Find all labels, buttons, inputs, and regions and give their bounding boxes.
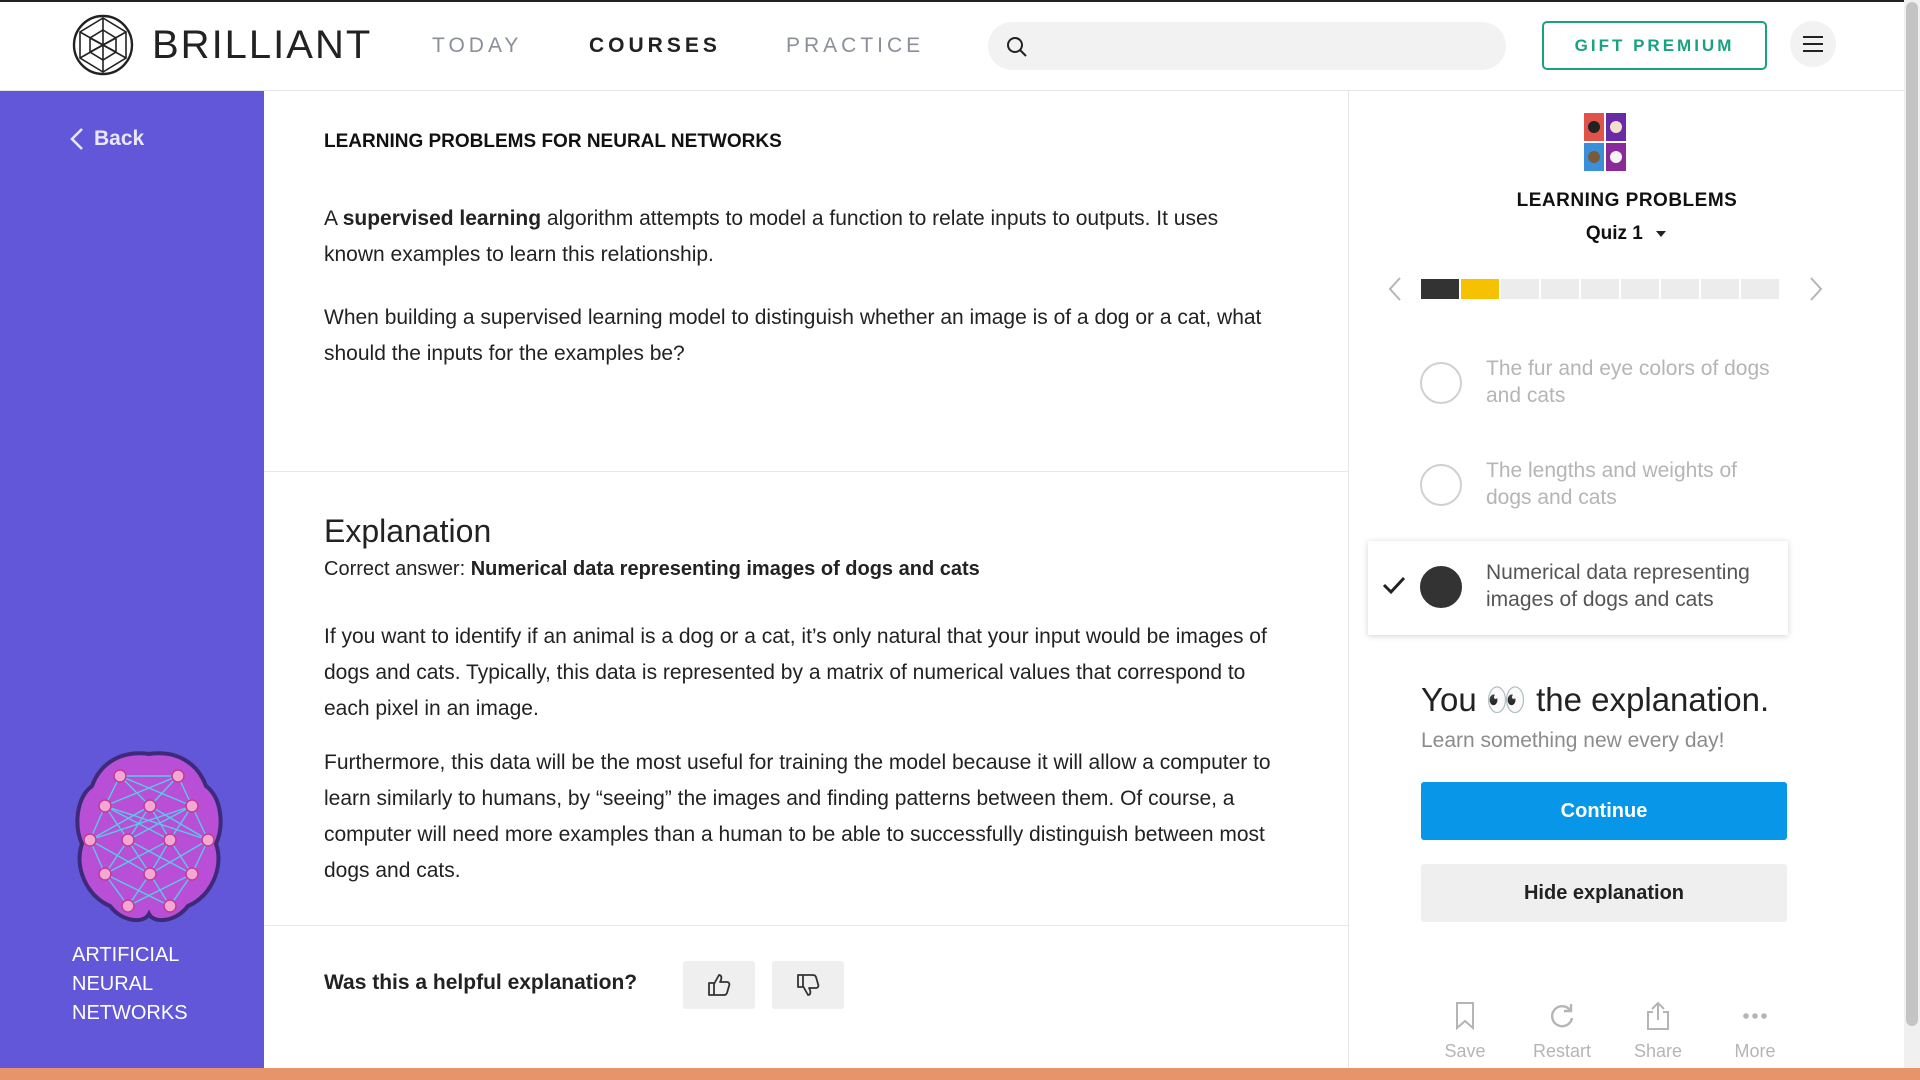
radio-button-selected[interactable]: [1420, 566, 1462, 608]
answer-option-label: The lengths and weights of dogs and cats: [1486, 459, 1737, 509]
quiz-progress-bar: [1421, 279, 1781, 299]
search-icon: [1007, 37, 1027, 57]
question-text: When building a supervised learning mode…: [324, 306, 1262, 365]
bookmark-icon: [1456, 1002, 1474, 1031]
answer-option-label: Numerical data representing images of do…: [1486, 561, 1750, 611]
you-text-pre: You: [1421, 681, 1486, 718]
lesson-content: LEARNING PROBLEMS FOR NEURAL NETWORKS A …: [264, 91, 1348, 1068]
progress-segment[interactable]: [1461, 279, 1499, 299]
correct-answer-prefix: Correct answer:: [324, 558, 471, 580]
progress-segment[interactable]: [1701, 279, 1739, 299]
share-action[interactable]: Share: [1618, 1001, 1698, 1062]
save-action[interactable]: Save: [1425, 1001, 1505, 1062]
gift-premium-button[interactable]: GIFT PREMIUM: [1542, 21, 1767, 70]
answer-option-3[interactable]: Numerical data representing images of do…: [1368, 541, 1788, 635]
you-saw-explanation-title: You 👀 the explanation.: [1421, 681, 1769, 720]
hamburger-icon: [1803, 36, 1823, 52]
next-chevron-icon[interactable]: [1808, 276, 1824, 302]
explanation-title: Explanation: [324, 513, 492, 549]
correct-answer-line: Correct answer: Numerical data represent…: [324, 558, 980, 581]
answer-option-1[interactable]: The fur and eye colors of dogs and cats: [1368, 337, 1902, 431]
prev-chevron-icon[interactable]: [1387, 276, 1403, 302]
progress-segment[interactable]: [1661, 279, 1699, 299]
quiz-thumbnail-icon: [1584, 113, 1626, 171]
more-action[interactable]: More: [1715, 1001, 1795, 1062]
nav-courses[interactable]: COURSES: [589, 34, 721, 58]
divider: [264, 471, 1348, 472]
top-rule: [0, 0, 1920, 2]
continue-button[interactable]: Continue: [1421, 782, 1787, 840]
menu-button[interactable]: [1790, 21, 1836, 67]
thumbs-down-button[interactable]: [772, 961, 844, 1009]
top-header: BRILLIANT TODAY COURSES PRACTICE GIFT PR…: [0, 0, 1904, 91]
more-dots-icon: [1743, 1013, 1767, 1019]
quiz-panel: LEARNING PROBLEMS Quiz 1 The fur and eye…: [1348, 91, 1904, 1068]
intro-bold-term: supervised learning: [342, 207, 542, 230]
chevron-left-icon: [70, 128, 83, 150]
search-input[interactable]: [988, 22, 1506, 70]
hide-explanation-button[interactable]: Hide explanation: [1421, 864, 1787, 922]
radio-button[interactable]: [1420, 362, 1462, 404]
eyes-icon: 👀: [1485, 681, 1527, 718]
quiz-label: Quiz 1: [1585, 223, 1643, 244]
section-title: LEARNING PROBLEMS FOR NEURAL NETWORKS: [324, 131, 782, 152]
radio-button[interactable]: [1420, 464, 1462, 506]
intro-text-pre: A: [324, 207, 343, 230]
share-label: Share: [1633, 1041, 1683, 1061]
restart-icon: [1551, 1004, 1574, 1028]
progress-segment[interactable]: [1421, 279, 1459, 299]
back-button[interactable]: Back: [70, 127, 144, 151]
progress-segment[interactable]: [1541, 279, 1579, 299]
progress-segment[interactable]: [1741, 279, 1779, 299]
course-sidebar: Back ARTIFICIAL NEURAL NETWORKS: [0, 91, 264, 1068]
nav-practice[interactable]: PRACTICE: [786, 34, 924, 58]
back-label: Back: [94, 127, 145, 150]
neural-brain-icon: [75, 751, 223, 923]
course-name[interactable]: ARTIFICIAL NEURAL NETWORKS: [72, 941, 222, 1028]
quiz-selector[interactable]: Quiz 1: [1349, 223, 1905, 245]
thumbs-down-icon: [797, 974, 820, 996]
scrollbar-thumb[interactable]: [1906, 2, 1918, 1026]
divider: [264, 925, 1348, 926]
share-icon: [1647, 1001, 1669, 1030]
bottom-edge-stripe: [0, 1068, 1920, 1080]
answer-option-2[interactable]: The lengths and weights of dogs and cats: [1368, 439, 1902, 533]
explanation-paragraph-2: Furthermore, this data will be the most …: [324, 751, 1271, 882]
brilliant-logo[interactable]: BRILLIANT: [72, 14, 372, 76]
check-icon: [1382, 576, 1406, 595]
thumbs-up-button[interactable]: [683, 961, 755, 1009]
restart-label: Restart: [1532, 1041, 1592, 1061]
quiz-topic-title: LEARNING PROBLEMS: [1516, 190, 1738, 211]
helpful-question: Was this a helpful explanation?: [324, 971, 638, 994]
more-label: More: [1734, 1041, 1776, 1061]
save-label: Save: [1444, 1041, 1486, 1061]
learn-subtitle: Learn something new every day!: [1421, 729, 1725, 752]
explanation-paragraph-1: If you want to identify if an animal is …: [324, 625, 1267, 720]
you-text-post: the explanation.: [1526, 681, 1770, 718]
thumbs-up-icon: [708, 974, 731, 996]
progress-segment[interactable]: [1501, 279, 1539, 299]
correct-answer-value: Numerical data representing images of do…: [470, 558, 980, 580]
intro-paragraph: A supervised learning algorithm attempts…: [324, 201, 1284, 273]
progress-segment[interactable]: [1581, 279, 1619, 299]
nav-today[interactable]: TODAY: [432, 34, 522, 58]
caret-down-icon: [1656, 230, 1667, 237]
answer-option-label: The fur and eye colors of dogs and cats: [1486, 357, 1770, 407]
progress-segment[interactable]: [1621, 279, 1659, 299]
brilliant-logo-icon: [72, 14, 134, 76]
logo-text: BRILLIANT: [152, 22, 373, 67]
restart-action[interactable]: Restart: [1522, 1001, 1602, 1062]
